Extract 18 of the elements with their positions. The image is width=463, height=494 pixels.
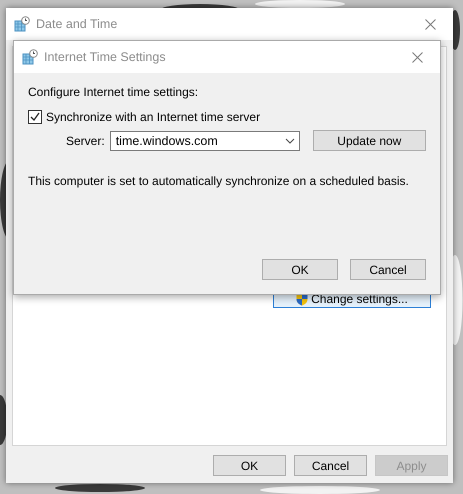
server-dropdown[interactable]: time.windows.com	[110, 130, 300, 150]
calendar-clock-icon	[14, 16, 30, 32]
dialog-title: Internet Time Settings	[44, 50, 167, 64]
status-text: This computer is set to automatically synchronize on a scheduled basis.	[28, 174, 410, 188]
chevron-down-icon	[284, 138, 295, 144]
server-label: Server:	[66, 134, 105, 148]
window-title: Date and Time	[36, 17, 118, 31]
section-heading: Configure Internet time settings:	[28, 85, 200, 99]
close-icon	[424, 18, 436, 30]
sync-checkbox[interactable]	[28, 110, 42, 124]
ok-button[interactable]: OK	[262, 259, 338, 280]
cancel-button[interactable]: Cancel	[294, 455, 367, 476]
ok-button[interactable]: OK	[213, 455, 286, 476]
close-icon	[412, 52, 422, 62]
checkbox-label: Synchronize with an Internet time server	[46, 110, 260, 124]
update-now-button[interactable]: Update now	[312, 130, 426, 151]
cancel-button[interactable]: Cancel	[350, 259, 426, 280]
calendar-clock-icon	[22, 49, 38, 65]
